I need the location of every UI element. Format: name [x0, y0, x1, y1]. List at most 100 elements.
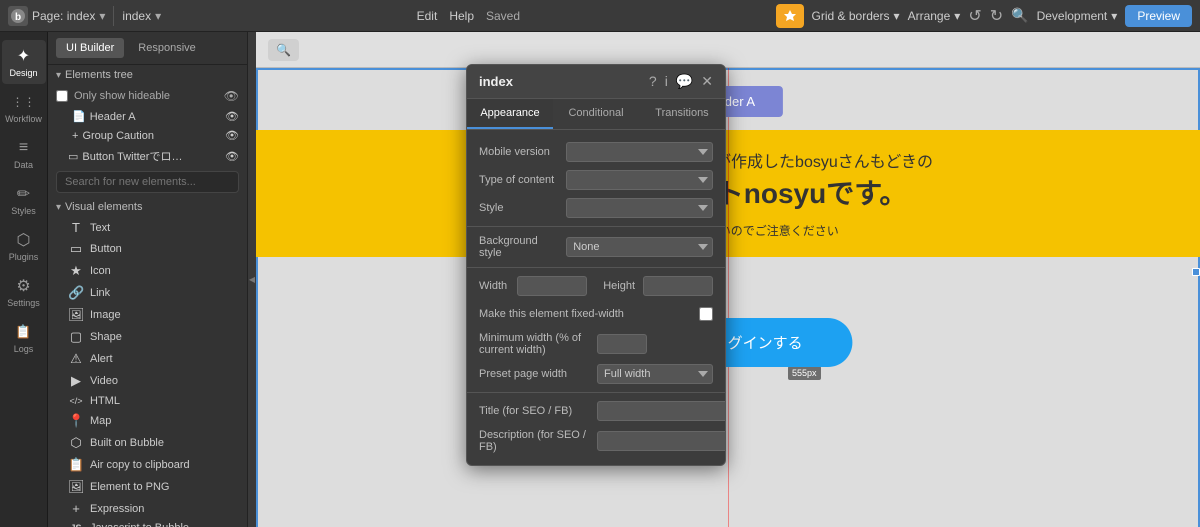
element-to-png-icon: 🖼	[68, 479, 84, 495]
height-input[interactable]: 630	[643, 276, 713, 296]
expression-icon: +	[68, 501, 84, 516]
tree-item-group-caution[interactable]: + Group Caution 👁	[48, 126, 247, 145]
search-input[interactable]	[56, 171, 239, 193]
resize-handle-right[interactable]	[1192, 268, 1200, 276]
element-alert[interactable]: ⚠ Alert	[48, 348, 247, 370]
page-dropdown-arrow[interactable]: ▾	[99, 9, 105, 23]
tab-appearance[interactable]: Appearance	[467, 99, 553, 129]
element-link[interactable]: 🔗 Link	[48, 282, 247, 304]
arrange-button[interactable]: Arrange ▾	[908, 9, 961, 23]
mobile-version-select[interactable]	[566, 142, 713, 162]
size-badge: 555px	[788, 366, 821, 380]
icon-icon: ★	[68, 263, 84, 279]
background-style-select[interactable]: None	[566, 237, 713, 257]
min-width-input[interactable]: 0	[597, 334, 647, 354]
eye-icon-button: 👁	[225, 150, 239, 163]
element-js-to-bubble[interactable]: JS Javascript to Bubble	[48, 519, 247, 527]
sidebar-item-plugins[interactable]: ⬡ Plugins	[2, 224, 46, 268]
element-html[interactable]: </> HTML	[48, 392, 247, 410]
sidebar-item-data[interactable]: ≡ Data	[2, 132, 46, 176]
tab-responsive[interactable]: Responsive	[128, 38, 205, 58]
comment-icon[interactable]: 💬	[676, 73, 693, 90]
canvas-drawing[interactable]: Header A のサイトはノーコードラボが作成したbosyuさんもどきの サン…	[256, 68, 1200, 527]
search-button[interactable]: 🔍	[1011, 7, 1028, 24]
description-seo-input[interactable]	[597, 431, 725, 451]
min-width-row: Minimum width (% of current width) 0	[467, 328, 725, 360]
element-button[interactable]: ▭ Button	[48, 238, 247, 260]
plugins-icon: ⬡	[14, 230, 34, 250]
element-air-copy[interactable]: 📋 Air copy to clipboard	[48, 454, 247, 476]
divider-1	[113, 6, 114, 26]
js-icon: JS	[68, 523, 84, 527]
sidebar-item-design[interactable]: ✦ Design	[2, 40, 46, 84]
style-select[interactable]	[566, 198, 713, 218]
topbar-left: b Page: index ▾ index ▾	[8, 6, 161, 26]
edit-button[interactable]: Edit	[417, 9, 438, 23]
workflow-icon: ⋮⋮	[14, 92, 34, 112]
link-icon: 🔗	[68, 285, 84, 301]
canvas-search[interactable]: 🔍	[268, 39, 299, 61]
element-icon[interactable]: ★ Icon	[48, 260, 247, 282]
preview-button[interactable]: Preview	[1125, 5, 1192, 27]
tab-ui-builder[interactable]: UI Builder	[56, 38, 124, 58]
tab-transitions[interactable]: Transitions	[639, 99, 725, 129]
element-video[interactable]: ▶ Video	[48, 370, 247, 392]
grid-borders-button[interactable]: Grid & borders ▾	[812, 9, 900, 23]
html-icon: </>	[68, 396, 84, 406]
canvas-area: 🔍 Header A のサイトはノーコードラボが作成したbosyuさんもどきの	[256, 32, 1200, 527]
visual-elements-label: Visual elements	[65, 201, 142, 213]
visual-elements-section[interactable]: ▾ Visual elements	[48, 197, 247, 217]
style-row: Style	[467, 194, 725, 222]
element-text[interactable]: T Text	[48, 217, 247, 238]
help-icon[interactable]: ?	[649, 73, 657, 90]
elements-tree-label: Elements tree	[65, 69, 133, 81]
help-button[interactable]: Help	[449, 9, 474, 23]
sidebar-item-logs[interactable]: 📋 Logs	[2, 316, 46, 360]
title-seo-input[interactable]	[597, 401, 725, 421]
tree-item-header-a[interactable]: 📄 Header A 👁	[48, 107, 247, 126]
info-icon[interactable]: i	[665, 73, 668, 90]
modal-tabs: Appearance Conditional Transitions	[467, 99, 725, 130]
element-expression[interactable]: + Expression	[48, 498, 247, 519]
redo-button[interactable]: ↻	[990, 6, 1003, 26]
only-show-hideable-checkbox[interactable]	[56, 90, 68, 102]
main-layout: ✦ Design ⋮⋮ Workflow ≡ Data ✏ Styles ⬡ P…	[0, 32, 1200, 527]
title-seo-row: Title (for SEO / FB)	[467, 397, 725, 425]
title-seo-label: Title (for SEO / FB)	[479, 405, 589, 417]
svg-text:b: b	[15, 12, 21, 23]
preset-page-width-select[interactable]: Full width	[597, 364, 713, 384]
development-button[interactable]: Development ▾	[1037, 9, 1118, 23]
undo-button[interactable]: ↺	[968, 6, 981, 26]
modal-overlay: index ? i 💬 ✕ Appearance Conditional Tra…	[466, 64, 726, 466]
element-image[interactable]: 🖼 Image	[48, 304, 247, 326]
height-label: Height	[603, 280, 635, 292]
element-element-to-png[interactable]: 🖼 Element to PNG	[48, 476, 247, 498]
mobile-version-label: Mobile version	[479, 146, 558, 158]
collapse-handle[interactable]	[248, 32, 256, 527]
page-index-arrow[interactable]: ▾	[155, 9, 161, 23]
sidebar-item-settings[interactable]: ⚙ Settings	[2, 270, 46, 314]
sidebar-item-workflow[interactable]: ⋮⋮ Workflow	[2, 86, 46, 130]
sidebar-item-styles[interactable]: ✏ Styles	[2, 178, 46, 222]
width-input[interactable]: 1200	[517, 276, 587, 296]
tab-conditional[interactable]: Conditional	[553, 99, 639, 129]
upgrade-button[interactable]	[776, 4, 804, 28]
elements-tree-section[interactable]: ▾ Elements tree	[48, 65, 247, 85]
topbar-right: Grid & borders ▾ Arrange ▾ ↺ ↻ 🔍 Develop…	[776, 4, 1192, 28]
width-label: Width	[479, 280, 509, 292]
element-map[interactable]: 📍 Map	[48, 410, 247, 432]
modal-body: Mobile version Type of content	[467, 130, 725, 465]
type-of-content-select[interactable]	[566, 170, 713, 190]
preset-page-width-label: Preset page width	[479, 368, 589, 380]
mobile-version-row: Mobile version	[467, 138, 725, 166]
divider-2	[467, 267, 725, 268]
element-shape[interactable]: ▢ Shape	[48, 326, 247, 348]
element-built-on-bubble[interactable]: ⬡ Built on Bubble	[48, 432, 247, 454]
make-fixed-row: Make this element fixed-width	[467, 300, 725, 328]
make-fixed-checkbox[interactable]	[699, 307, 713, 321]
tree-item-button-twitter[interactable]: ▭ Button Twitterでログイン... 👁	[48, 145, 247, 167]
image-icon: 🖼	[68, 307, 84, 323]
close-icon[interactable]: ✕	[701, 73, 713, 90]
index-modal: index ? i 💬 ✕ Appearance Conditional Tra…	[466, 64, 726, 466]
tree-arrow: ▾	[56, 70, 61, 81]
